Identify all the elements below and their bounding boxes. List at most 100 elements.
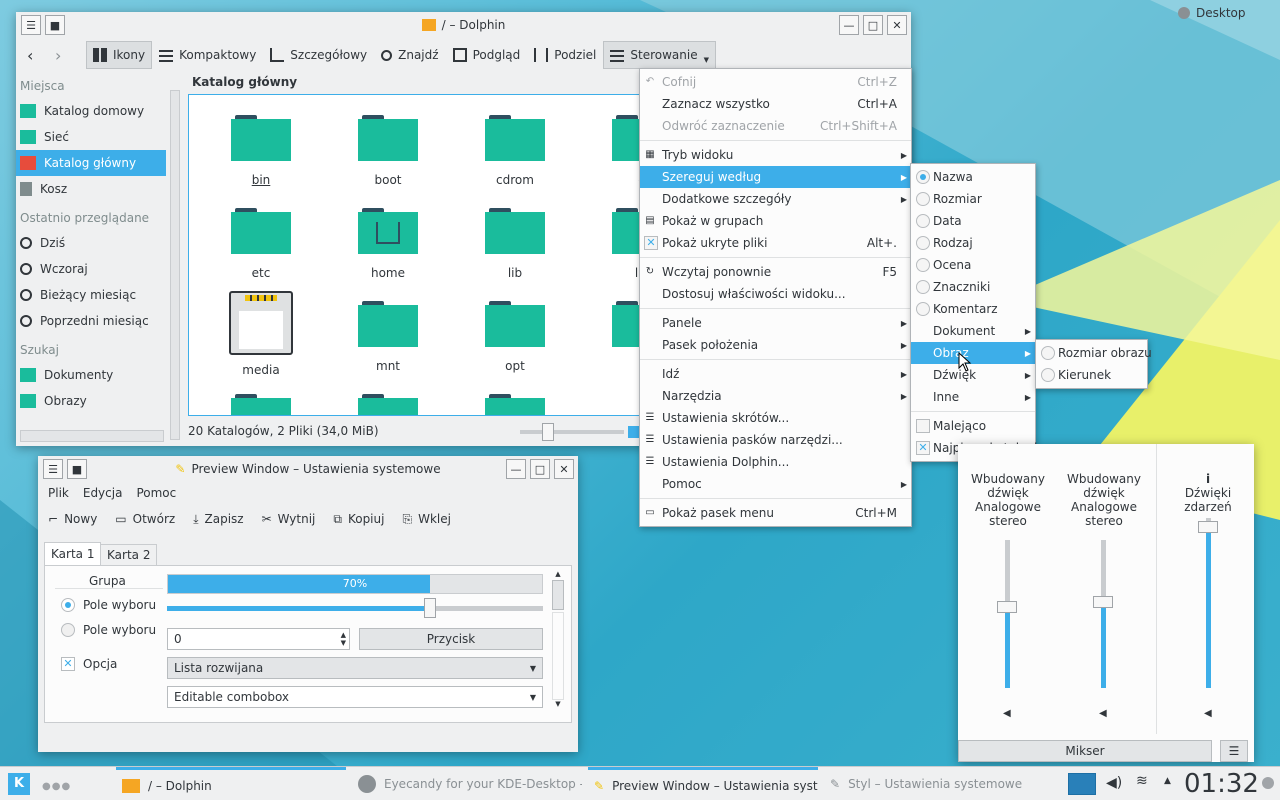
sidebar-scrollbar[interactable] [170,90,180,440]
clock[interactable]: 01:32 [1184,769,1259,799]
spin-arrows-icon[interactable]: ▲ ▼ [341,631,346,647]
sort-descending[interactable]: Malejąco [911,415,1035,437]
cut-button[interactable]: ✂ Wytnij [262,512,316,527]
spinbox[interactable]: 0 ▲ ▼ [167,628,350,650]
details-view-button[interactable]: Szczegółowy [263,41,374,69]
sort-by-image[interactable]: Obraz ▶ [911,342,1035,364]
file-item[interactable]: opt [465,301,565,373]
file-item[interactable]: media [211,291,311,377]
menu-item-additional-info[interactable]: Dodatkowe szczegóły ▶ [640,188,911,210]
file-item[interactable] [465,394,565,415]
maximize-button[interactable]: □ [863,15,883,35]
show-desktop-icon[interactable] [1068,773,1096,795]
sort-by-date[interactable]: Data [911,210,1035,232]
menu-item-toolbars-settings[interactable]: ☰ Ustawienia pasków narzędzi... [640,429,911,451]
file-item[interactable]: home [338,208,438,280]
menu-item-undo[interactable]: ↶ Cofnij Ctrl+Z [640,71,911,93]
sidebar-item-today[interactable]: Dziś [16,230,166,256]
sort-by-comment[interactable]: Komentarz [911,298,1035,320]
file-item[interactable]: bin [211,115,311,187]
open-button[interactable]: ▭ Otwórz [115,512,175,527]
menu-item-select-all[interactable]: Zaznacz wszystko Ctrl+A [640,93,911,115]
volume-slider[interactable] [997,540,1017,688]
menu-item-sort-by[interactable]: Szereguj według ▶ [640,166,911,188]
maximize-button[interactable]: □ [530,459,550,479]
scroll-thumb[interactable] [552,580,564,610]
file-item[interactable]: cdrom [465,115,565,187]
file-view[interactable]: bin boot cdrom d etc home lib lib media … [188,94,648,416]
keep-above-button[interactable]: ■ [67,459,87,479]
speaker-icon[interactable]: ◀ [1204,708,1212,719]
file-item[interactable] [211,394,311,415]
save-button[interactable]: ⤓ Zapisz [193,512,243,527]
keep-above-button[interactable]: ■ [45,15,65,35]
sidebar-item-this-month[interactable]: Bieżący miesiąc [16,282,166,308]
sort-by-document[interactable]: Dokument ▶ [911,320,1035,342]
menu-help[interactable]: Pomoc [136,486,176,500]
task-preview[interactable]: ✎ Preview Window – Ustawienia syste [588,767,818,800]
menu-item-dolphin-settings[interactable]: ☰ Ustawienia Dolphin... [640,451,911,473]
panel-menu-icon[interactable] [1262,777,1274,789]
menu-item-view-mode[interactable]: ▦ Tryb widoku ▶ [640,144,911,166]
task-style[interactable]: ✎ Styl – Ustawienia systemowe [824,767,1044,800]
sidebar-item-yesterday[interactable]: Wczoraj [16,256,166,282]
file-item[interactable] [338,394,438,415]
app-launcher-icon[interactable]: K [8,773,30,795]
slider-handle[interactable] [424,598,437,618]
scroll-up-icon[interactable]: ▲ [551,570,565,578]
slider[interactable] [167,598,543,618]
menu-file[interactable]: Plik [48,486,69,500]
tab-2[interactable]: Karta 2 [100,544,158,566]
minimize-button[interactable]: — [506,459,526,479]
paste-button[interactable]: ⎘ Wklej [402,512,450,527]
sidebar-item-home[interactable]: Katalog domowy [16,98,166,124]
zoom-slider[interactable] [520,423,624,441]
menu-item-show-menubar[interactable]: ▭ Pokaż pasek menu Ctrl+M [640,502,911,524]
radio-option-2[interactable]: Pole wyboru [61,623,156,637]
close-button[interactable]: ✕ [887,15,907,35]
file-item[interactable]: etc [211,208,311,280]
volume-slider[interactable] [1198,518,1218,688]
control-menu-button[interactable]: Sterowanie ▼ [603,41,716,69]
menu-item-panels[interactable]: Panele ▶ [640,312,911,334]
volume-slider[interactable] [1093,540,1113,688]
compact-view-button[interactable]: Kompaktowy [152,41,263,69]
sidebar-item-root[interactable]: Katalog główny [16,150,166,176]
sort-by-other[interactable]: Inne ▶ [911,386,1035,408]
sidebar-item-trash[interactable]: Kosz [16,176,166,202]
new-button[interactable]: ⌐ Nowy [48,512,97,527]
mixer-menu-button[interactable]: ☰ [1220,740,1248,762]
menu-item-view-properties[interactable]: Dostosuj właściwości widoku... [640,283,911,305]
sort-by-name[interactable]: Nazwa [911,166,1035,188]
network-icon[interactable]: ≋ [1136,773,1148,789]
scroll-down-icon[interactable]: ▼ [551,700,565,708]
menu-item-go[interactable]: Idź ▶ [640,363,911,385]
sidebar-item-documents[interactable]: Dokumenty [16,362,166,388]
speaker-icon[interactable]: ◀ [1099,708,1107,719]
sidebar-hscrollbar[interactable] [20,430,164,442]
file-item[interactable]: mnt [338,301,438,373]
volume-handle[interactable] [1093,596,1113,609]
task-browser[interactable]: Eyecandy for your KDE-Desktop - KD [352,767,582,800]
icons-view-button[interactable]: Ikony [86,41,153,69]
find-button[interactable]: Znajdź [374,41,445,69]
volume-handle[interactable] [997,600,1017,613]
menu-item-invert-selection[interactable]: Odwróć zaznaczenie Ctrl+Shift+A [640,115,911,137]
menu-item-tools[interactable]: Narzędzia ▶ [640,385,911,407]
sort-by-rating[interactable]: Ocena [911,254,1035,276]
task-dolphin[interactable]: / – Dolphin [116,767,346,800]
preview-titlebar[interactable]: ☰ ■ ✎ Preview Window – Ustawienia system… [38,456,578,482]
dolphin-titlebar[interactable]: ☰ ■ / – Dolphin — □ ✕ [16,12,911,38]
menu-edit[interactable]: Edycja [83,486,123,500]
editable-combobox[interactable]: Editable combobox ▼ [167,686,543,708]
sort-by-size[interactable]: Rozmiar [911,188,1035,210]
close-button[interactable]: ✕ [554,459,574,479]
speaker-icon[interactable]: ◀ [1003,708,1011,719]
sort-by-image-size[interactable]: Rozmiar obrazu [1036,342,1152,364]
volume-icon[interactable]: ◀) [1106,775,1122,791]
sort-by-type[interactable]: Rodzaj [911,232,1035,254]
sort-by-tags[interactable]: Znaczniki [911,276,1035,298]
forward-button[interactable]: › [48,41,76,69]
sort-by-orientation[interactable]: Kierunek [1036,364,1147,386]
push-button[interactable]: Przycisk [359,628,543,650]
